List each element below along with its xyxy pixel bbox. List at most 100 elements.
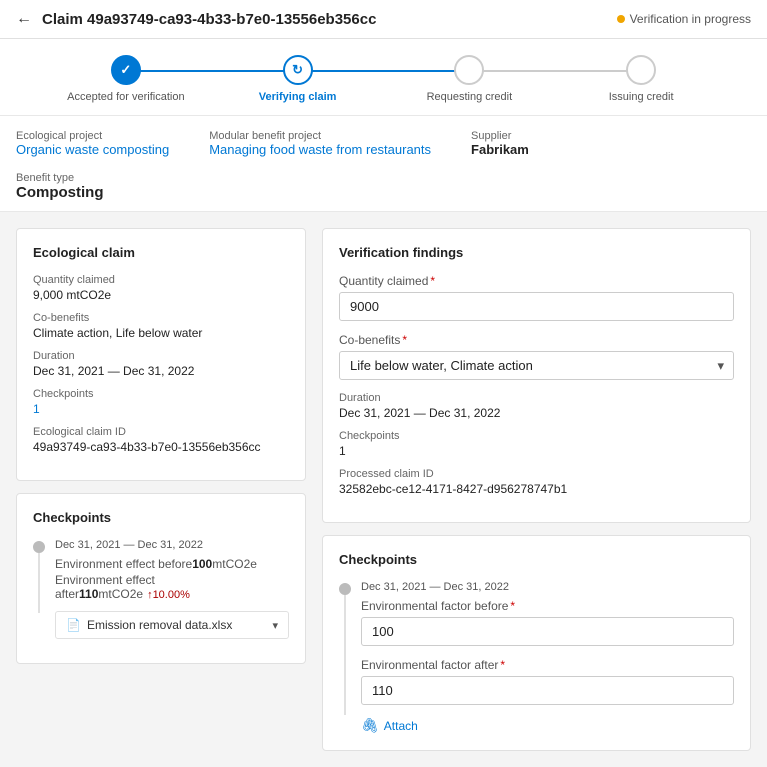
check-icon: ✓ [120,62,131,78]
env-before-field: Environmental factor before* [361,599,734,646]
step-circle-verifying: ↻ [283,55,313,85]
ecological-claim-card: Ecological claim Quantity claimed 9,000 … [16,228,306,481]
supplier-value: Fabrikam [471,142,529,157]
checkpoints-label: Checkpoints [33,388,289,400]
progress-stepper: ✓ Accepted for verification ↻ Verifying … [0,39,767,116]
chevron-down-icon: ▾ [272,619,278,632]
checkpoint-date: Dec 31, 2021 — Dec 31, 2022 [55,539,289,551]
checkpoints-left-title: Checkpoints [33,510,289,525]
env-after-unit: mtCO2e [98,587,143,601]
vf-cobenefits-field: Co-benefits* Life below water, Climate a… [339,333,734,380]
vf-quantity-input[interactable] [339,292,734,321]
right-panel: Verification findings Quantity claimed* … [322,228,751,751]
checkpoint-right-date: Dec 31, 2021 — Dec 31, 2022 [361,581,734,593]
meta-section: Ecological project Organic waste compost… [0,116,767,165]
env-after-row: Environment effect after110mtCO2e↑10.00% [55,573,289,601]
step-circle-issuing [626,55,656,85]
checkpoints-right-card: Checkpoints Dec 31, 2021 — Dec 31, 2022 … [322,535,751,751]
status-text: Verification in progress [630,12,751,26]
status-badge: Verification in progress [617,12,751,26]
env-before-field-label: Environmental factor before* [361,599,734,613]
duration-label: Duration [33,350,289,362]
paperclip-icon: 🖇 [361,717,379,734]
env-before-value: 100 [192,557,212,571]
env-after-input[interactable] [361,676,734,705]
checkpoint-right-item: Dec 31, 2021 — Dec 31, 2022 Environmenta… [361,581,734,734]
verification-findings-card: Verification findings Quantity claimed* … [322,228,751,523]
env-before-row: Environment effect before100mtCO2e [55,557,289,571]
claim-id-label: Ecological claim ID [33,426,289,438]
step-verifying: ↻ Verifying claim [212,55,384,103]
step-label-requesting: Requesting credit [427,91,513,103]
benefit-type-label: Benefit type [16,172,74,184]
env-before-unit: mtCO2e [212,557,257,571]
supplier-label: Supplier [471,130,529,142]
attach-label: Attach [384,719,418,733]
vf-processed-id-value: 32582ebc-ce12-4171-8427-d956278747b1 [339,482,734,496]
step-circle-requesting [454,55,484,85]
env-before-required: * [510,599,515,613]
status-dot-icon [617,15,625,23]
env-increase-pct: ↑10.00% [147,589,190,601]
quantity-value: 9,000 mtCO2e [33,288,289,302]
main-content: Ecological claim Quantity claimed 9,000 … [0,212,767,767]
required-marker-2: * [402,333,407,347]
vf-processed-id-row: Processed claim ID 32582ebc-ce12-4171-84… [339,468,734,496]
env-after-value: 110 [79,587,98,601]
env-before-label: Environment effect before [55,557,192,571]
step-accepted: ✓ Accepted for verification [40,55,212,103]
header: ← Claim 49a93749-ca93-4b33-b7e0-13556eb3… [0,0,767,39]
ecological-project-label: Ecological project [16,130,169,142]
duration-value: Dec 31, 2021 — Dec 31, 2022 [33,364,289,378]
env-after-field-label: Environmental factor after* [361,658,734,672]
env-before-input[interactable] [361,617,734,646]
vf-cobenefits-select[interactable]: Life below water, Climate action Climate… [339,351,734,380]
benefit-type-value: Composting [16,184,751,201]
ecological-claim-title: Ecological claim [33,245,289,260]
vf-processed-id-label: Processed claim ID [339,468,734,480]
vf-checkpoints-row: Checkpoints 1 [339,430,734,458]
file-icon: 📄 [66,618,81,632]
modular-project-value[interactable]: Managing food waste from restaurants [209,142,431,157]
ecological-project-value[interactable]: Organic waste composting [16,142,169,157]
modular-project-meta: Modular benefit project Managing food wa… [209,130,431,157]
checkpoints-value: 1 [33,402,289,416]
benefit-section: Benefit type Composting [0,165,767,212]
page-title: Claim 49a93749-ca93-4b33-b7e0-13556eb356… [42,11,617,28]
vf-checkpoints-label: Checkpoints [339,430,734,442]
step-requesting: Requesting credit [384,55,556,103]
vf-checkpoints-value: 1 [339,444,734,458]
cobenefits-value: Climate action, Life below water [33,326,289,340]
claim-id-row: Ecological claim ID 49a93749-ca93-4b33-b… [33,426,289,454]
quantity-row: Quantity claimed 9,000 mtCO2e [33,274,289,302]
vf-cobenefits-label: Co-benefits* [339,333,734,347]
left-panel: Ecological claim Quantity claimed 9,000 … [16,228,306,751]
refresh-icon: ↻ [292,62,303,78]
file-name: Emission removal data.xlsx [87,618,232,632]
step-circle-accepted: ✓ [111,55,141,85]
env-after-required: * [500,658,505,672]
vf-quantity-field: Quantity claimed* [339,274,734,321]
step-issuing: Issuing credit [555,55,727,103]
checkpoints-left-card: Checkpoints Dec 31, 2021 — Dec 31, 2022 … [16,493,306,664]
cobenefits-label: Co-benefits [33,312,289,324]
cobenefits-row: Co-benefits Climate action, Life below w… [33,312,289,340]
checkpoint-left-item: Dec 31, 2021 — Dec 31, 2022 Environment … [55,539,289,639]
file-row[interactable]: 📄 Emission removal data.xlsx ▾ [55,611,289,639]
required-marker: * [430,274,435,288]
supplier-meta: Supplier Fabrikam [471,130,529,157]
checkpoints-right-title: Checkpoints [339,552,734,567]
modular-project-label: Modular benefit project [209,130,431,142]
step-label-verifying: Verifying claim [259,91,337,103]
verification-findings-title: Verification findings [339,245,734,260]
checkpoints-row: Checkpoints 1 [33,388,289,416]
back-button[interactable]: ← [16,10,32,28]
attach-button[interactable]: 🖇 Attach [361,717,418,734]
quantity-label: Quantity claimed [33,274,289,286]
vf-duration-value: Dec 31, 2021 — Dec 31, 2022 [339,406,734,420]
vf-duration-row: Duration Dec 31, 2021 — Dec 31, 2022 [339,392,734,420]
step-label-accepted: Accepted for verification [67,91,184,103]
vf-duration-label: Duration [339,392,734,404]
duration-row: Duration Dec 31, 2021 — Dec 31, 2022 [33,350,289,378]
step-label-issuing: Issuing credit [609,91,674,103]
